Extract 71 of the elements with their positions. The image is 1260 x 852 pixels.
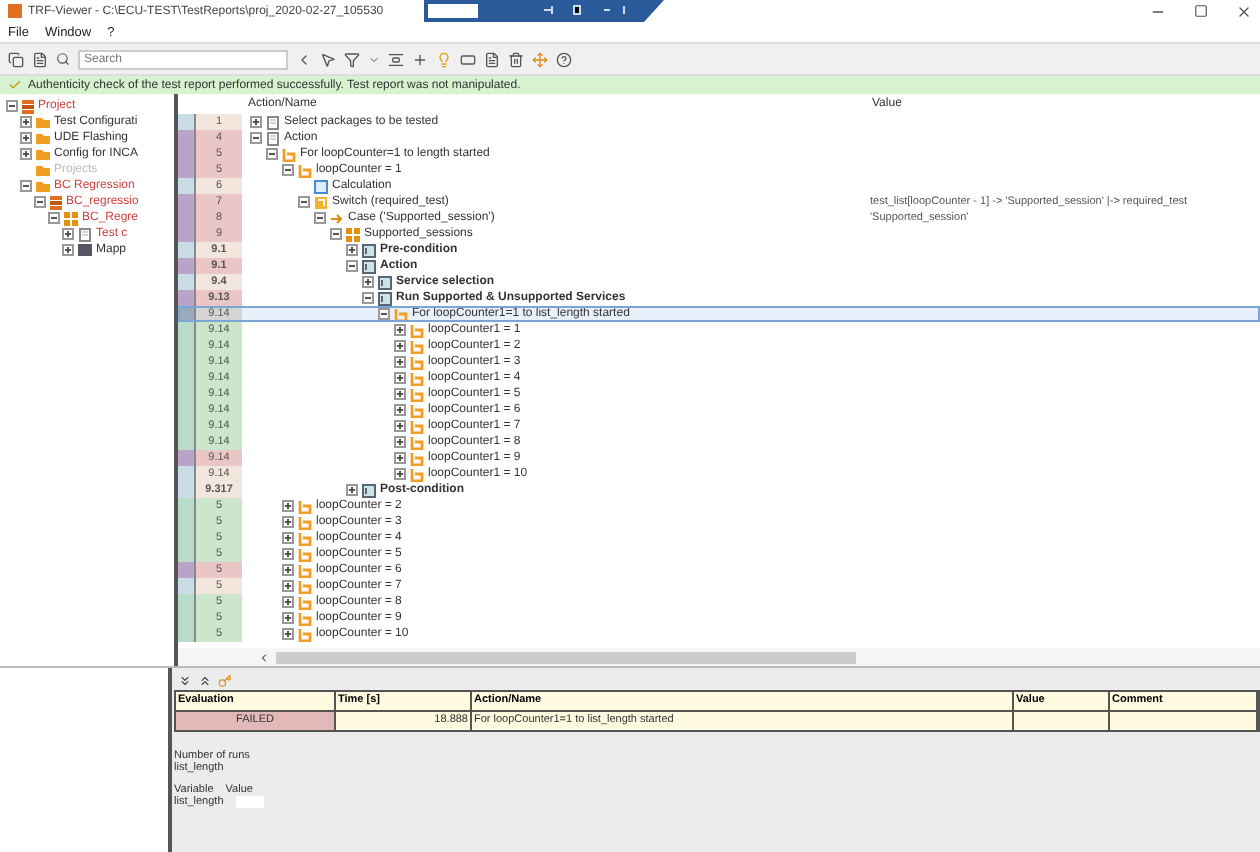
collapse-icon[interactable] xyxy=(266,148,278,160)
mapping-icon xyxy=(78,244,92,256)
expand-icon[interactable] xyxy=(20,116,32,128)
expand-icon[interactable] xyxy=(282,596,294,608)
switch-icon xyxy=(314,195,328,209)
collapse-icon[interactable] xyxy=(378,308,390,320)
document-icon[interactable] xyxy=(32,51,48,67)
maximize-icon[interactable] xyxy=(1194,4,1208,18)
arrow-icon xyxy=(330,211,344,225)
collapse-icon[interactable] xyxy=(346,260,358,272)
rectangle-icon[interactable] xyxy=(460,51,476,67)
expand-icon[interactable] xyxy=(394,388,406,400)
scrollbar-thumb[interactable] xyxy=(276,651,856,663)
expand-icon[interactable] xyxy=(282,516,294,528)
scroll-left-icon[interactable] xyxy=(258,651,270,663)
check-icon xyxy=(8,78,22,92)
expand-icon[interactable] xyxy=(394,420,406,432)
project-icon xyxy=(22,99,34,113)
back-icon[interactable] xyxy=(296,51,312,67)
expand-icon[interactable] xyxy=(394,356,406,368)
copy-icon[interactable] xyxy=(8,51,24,67)
collapse-icon[interactable] xyxy=(250,132,262,144)
expand-icon[interactable] xyxy=(362,276,374,288)
expand-icon[interactable] xyxy=(282,532,294,544)
collapse-icon[interactable] xyxy=(282,164,294,176)
expand-icon[interactable] xyxy=(282,548,294,560)
delete-icon[interactable] xyxy=(508,51,524,67)
expand-icon[interactable] xyxy=(282,628,294,640)
expand-icon[interactable] xyxy=(282,564,294,576)
expand-icon[interactable] xyxy=(394,340,406,352)
expand-icon[interactable] xyxy=(394,372,406,384)
expand-icon[interactable] xyxy=(346,484,358,496)
expand-icon[interactable] xyxy=(282,580,294,592)
expand-icon[interactable] xyxy=(282,500,294,512)
expand-icon[interactable] xyxy=(20,148,32,160)
collapse-icon[interactable] xyxy=(34,196,46,208)
app-icon xyxy=(8,4,22,18)
calculator-icon xyxy=(314,179,328,193)
expand-icon[interactable] xyxy=(346,244,358,256)
collapse-icon[interactable] xyxy=(362,292,374,304)
expand-icon[interactable] xyxy=(62,244,74,256)
expand-icon[interactable] xyxy=(394,404,406,416)
expand-icon[interactable] xyxy=(394,468,406,480)
expand-icon[interactable] xyxy=(394,452,406,464)
search-icon xyxy=(56,52,70,66)
add-icon[interactable] xyxy=(412,51,428,67)
collapse-icon[interactable] xyxy=(6,100,18,112)
cursor-icon[interactable] xyxy=(320,51,336,67)
expand-icon[interactable] xyxy=(20,132,32,144)
collapse-icon[interactable] xyxy=(298,196,310,208)
expand-icon[interactable] xyxy=(394,324,406,336)
expand-icon[interactable] xyxy=(62,228,74,240)
expand-icon[interactable] xyxy=(394,436,406,448)
document-icon xyxy=(78,227,92,241)
report-icon[interactable] xyxy=(484,51,500,67)
collapse-icon[interactable] xyxy=(314,212,326,224)
expand-all-icon[interactable] xyxy=(178,674,192,688)
collapse-icon[interactable] xyxy=(48,212,60,224)
collapse-all-icon[interactable] xyxy=(198,674,212,688)
collapse-icon[interactable] xyxy=(330,228,342,240)
grid-icon xyxy=(64,211,78,225)
block-icon xyxy=(362,483,376,497)
collapse-all-icon[interactable] xyxy=(388,51,404,67)
expand-icon[interactable] xyxy=(250,116,262,128)
expand-icon[interactable] xyxy=(282,612,294,624)
filter-icon[interactable] xyxy=(344,51,360,67)
collapse-icon[interactable] xyxy=(20,180,32,192)
grid-icon xyxy=(346,227,360,241)
help-icon[interactable] xyxy=(556,51,572,67)
close-icon[interactable] xyxy=(1236,3,1252,19)
project-icon xyxy=(50,195,62,209)
